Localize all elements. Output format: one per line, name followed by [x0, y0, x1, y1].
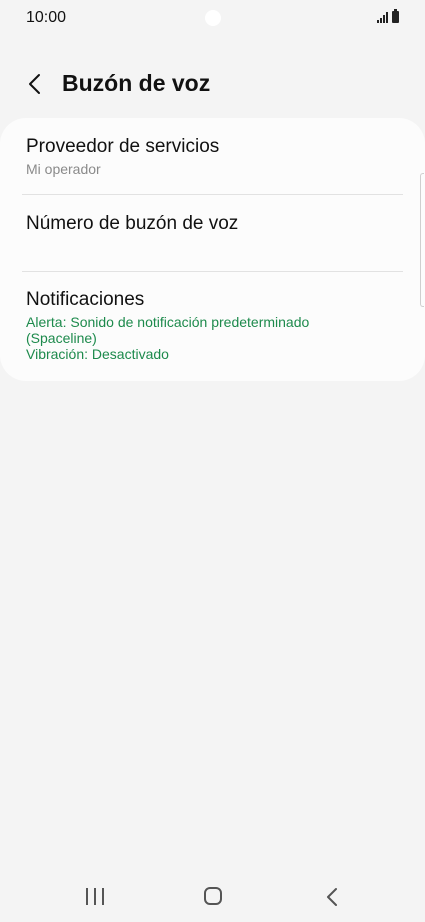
header: Buzón de voz: [0, 60, 425, 110]
service-provider-value: Mi operador: [26, 161, 101, 177]
home-icon[interactable]: [204, 887, 222, 905]
settings-card: Proveedor de servicios Mi operador Númer…: [0, 118, 425, 381]
battery-icon: [392, 9, 399, 23]
signal-icon: [377, 11, 388, 23]
service-provider-item[interactable]: Proveedor de servicios Mi operador: [0, 118, 425, 194]
notifications-item[interactable]: Notificaciones Alerta: Sonido de notific…: [0, 272, 425, 381]
service-provider-title: Proveedor de servicios: [26, 136, 220, 157]
back-icon[interactable]: [324, 886, 340, 908]
page-title: Buzón de voz: [62, 70, 211, 96]
scroll-indicator[interactable]: [420, 173, 424, 307]
chevron-left-icon[interactable]: [24, 70, 48, 98]
notifications-title: Notificaciones: [26, 289, 145, 310]
notifications-alert: Alerta: Sonido de notificación predeterm…: [26, 314, 310, 330]
recents-icon[interactable]: [86, 888, 104, 905]
voicemail-number-item[interactable]: Número de buzón de voz: [0, 195, 425, 271]
notifications-vibration: Vibración: Desactivado: [26, 346, 169, 362]
navigation-bar: [0, 872, 425, 922]
voicemail-number-title: Número de buzón de voz: [26, 213, 239, 234]
camera-cutout: [205, 10, 221, 26]
status-icons: [377, 9, 399, 23]
status-bar: 10:00: [0, 0, 425, 38]
status-time: 10:00: [26, 9, 67, 26]
notifications-alert-sound: (Spaceline): [26, 330, 97, 346]
